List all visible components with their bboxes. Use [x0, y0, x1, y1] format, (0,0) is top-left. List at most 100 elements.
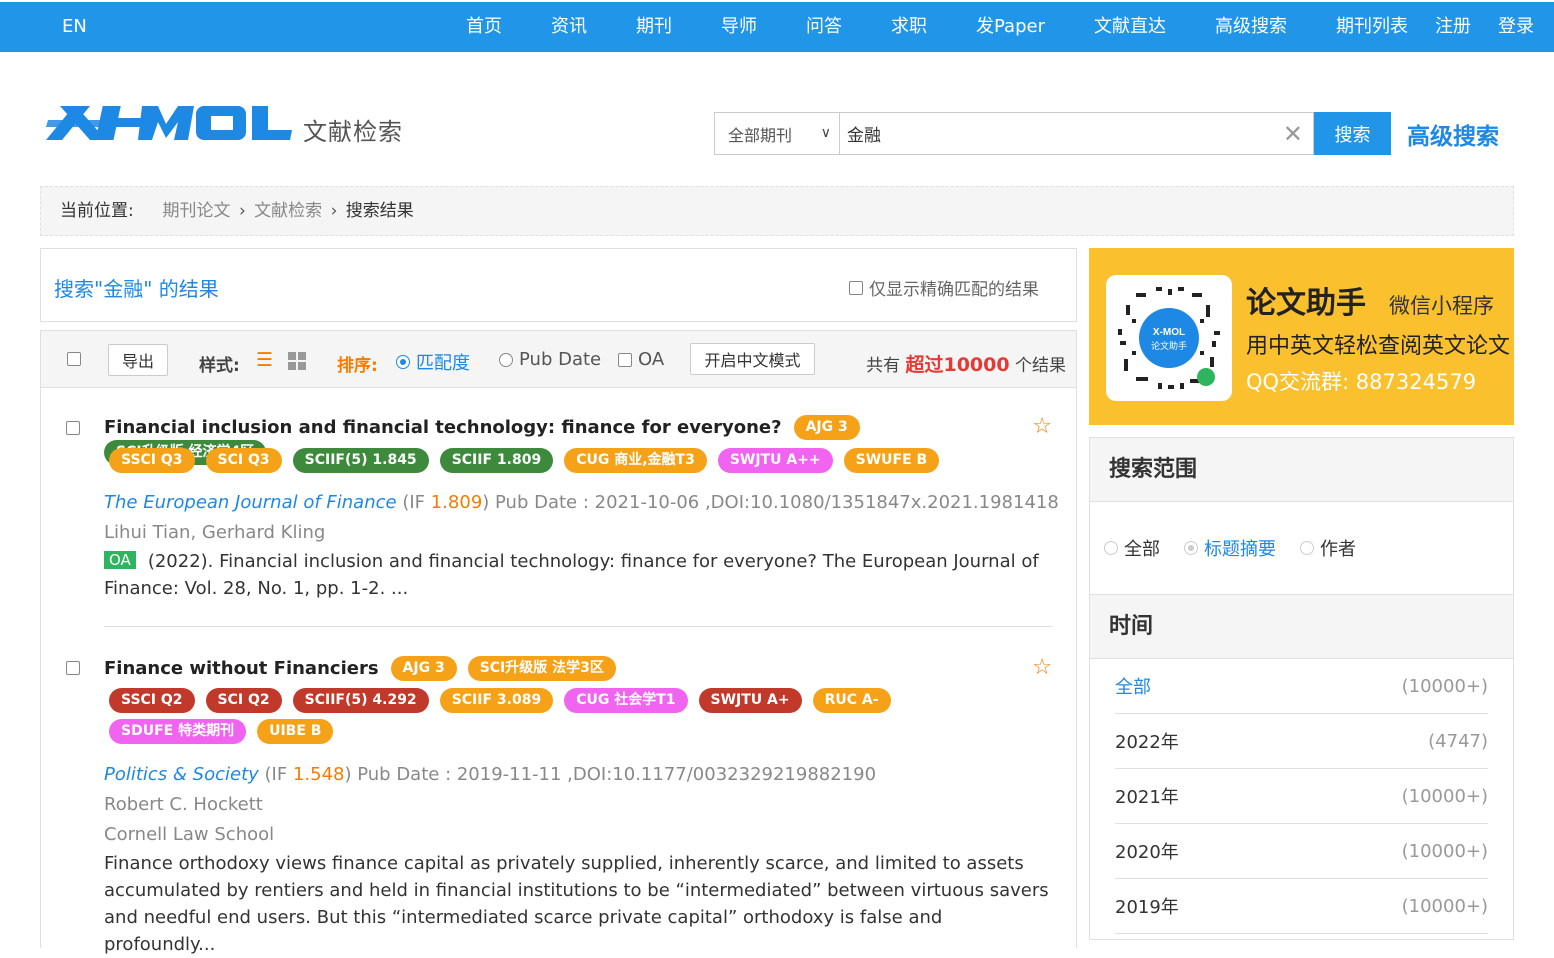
nav-qa[interactable]: 问答: [806, 2, 842, 52]
scope-title-abstract-radio[interactable]: [1184, 541, 1198, 555]
top-navbar: EN 首页 资讯 期刊 导师 问答 求职 发Paper 文献直达 高级搜索 期刊…: [0, 2, 1554, 52]
journal-link[interactable]: Politics & Society: [104, 764, 259, 785]
star-icon[interactable]: ☆: [1032, 655, 1052, 680]
year-label[interactable]: 2022年: [1115, 728, 1179, 754]
top-nav-links: 首页 资讯 期刊 导师 问答 求职 发Paper 文献直达 高级搜索 期刊列表 …: [466, 2, 1534, 52]
sort-relevance-option[interactable]: 匹配度: [396, 349, 470, 375]
nav-publish-paper[interactable]: 发Paper: [976, 2, 1045, 52]
year-count: (10000+): [1401, 895, 1488, 917]
result-affiliation: Cornell Law School: [104, 824, 275, 845]
metric-badge: SCI Q2: [205, 688, 282, 713]
paper-assistant-promo[interactable]: X-MOL 论文助手 论文助手 微信小程序 用中英文轻松查阅英文论文 QQ交流群…: [1089, 248, 1514, 425]
scope-option-author[interactable]: 作者: [1300, 535, 1356, 561]
if-prefix: (IF: [396, 492, 431, 513]
result-title-line: Finance without Financiers AJG 3 SCI升级版 …: [104, 656, 984, 681]
search-input[interactable]: 金融 ✕: [839, 112, 1314, 155]
year-filter-row[interactable]: 2021年 (10000+): [1115, 769, 1488, 824]
result-checkbox[interactable]: [66, 661, 80, 675]
journal-scope-select[interactable]: 全部期刊 ∨: [714, 112, 839, 155]
metric-badge: RUC A-: [812, 688, 891, 713]
metric-badge: CUG 商业,金融T3: [564, 448, 707, 473]
metric-badge: SDUFE 特类期刊: [109, 719, 247, 744]
search-scope-heading: 搜索范围: [1090, 438, 1513, 502]
result-meta: The European Journal of Finance (IF 1.80…: [104, 492, 1059, 513]
nav-journal-list[interactable]: 期刊列表: [1336, 2, 1408, 52]
breadcrumb: 当前位置: 期刊论文 › 文献检索 › 搜索结果: [40, 186, 1514, 236]
year-filter-row[interactable]: 2020年 (10000+): [1115, 824, 1488, 879]
result-title[interactable]: Finance without Financiers: [104, 658, 379, 679]
language-switch[interactable]: EN: [62, 2, 87, 52]
scope-all-radio[interactable]: [1104, 541, 1118, 555]
exact-match-checkbox[interactable]: [849, 280, 863, 295]
oa-filter-checkbox[interactable]: [618, 352, 632, 367]
chevron-down-icon: ∨: [820, 125, 831, 141]
year-label[interactable]: 2020年: [1115, 838, 1179, 864]
year-count: (10000+): [1401, 785, 1488, 807]
scope-author-label: 作者: [1320, 539, 1356, 560]
scope-option-all[interactable]: 全部: [1104, 535, 1160, 561]
oa-filter-option[interactable]: OA: [618, 349, 664, 370]
metric-badge: UIBE B: [257, 719, 334, 744]
total-suffix: 个结果: [1015, 356, 1066, 376]
if-prefix: (IF: [258, 764, 293, 785]
nav-journals[interactable]: 期刊: [636, 2, 672, 52]
breadcrumb-doc-search[interactable]: 文献检索: [254, 201, 322, 221]
sort-pubdate-option[interactable]: Pub Date: [499, 349, 601, 370]
result-checkbox[interactable]: [66, 421, 80, 435]
export-button[interactable]: 导出: [108, 344, 168, 376]
metric-badge: SCIIF(5) 4.292: [292, 688, 429, 713]
pubdate-doi: ) Pub Date : 2019-11-11 ,DOI:10.1177/003…: [344, 764, 877, 785]
nav-doc-direct[interactable]: 文献直达: [1094, 2, 1166, 52]
year-count: (10000+): [1401, 840, 1488, 862]
scope-title-abstract-label: 标题摘要: [1204, 539, 1276, 560]
oa-filter-label: OA: [638, 349, 665, 370]
svg-text:论文助手: 论文助手: [1151, 340, 1187, 352]
grid-view-icon[interactable]: [288, 352, 306, 374]
results-list: ☆ Financial inclusion and financial tech…: [40, 388, 1077, 955]
year-filter-row[interactable]: 2022年 (4747): [1115, 714, 1488, 769]
year-filter-row[interactable]: 2019年 (10000+): [1115, 879, 1488, 934]
scope-author-radio[interactable]: [1300, 541, 1314, 555]
result-authors: Lihui Tian, Gerhard Kling: [104, 522, 326, 543]
result-title[interactable]: Financial inclusion and financial techno…: [104, 417, 782, 438]
nav-mentors[interactable]: 导师: [721, 2, 757, 52]
total-count: 超过10000: [905, 354, 1010, 376]
advanced-search-link[interactable]: 高级搜索: [1407, 117, 1499, 151]
sort-pubdate-radio[interactable]: [499, 352, 513, 367]
year-label[interactable]: 2021年: [1115, 783, 1179, 809]
exact-match-toggle[interactable]: 仅显示精确匹配的结果: [849, 275, 1039, 300]
search-button[interactable]: 搜索: [1314, 112, 1391, 155]
clear-icon[interactable]: ✕: [1283, 122, 1303, 146]
chinese-mode-button[interactable]: 开启中文模式: [690, 343, 815, 375]
year-label[interactable]: 全部: [1115, 673, 1151, 699]
nav-login[interactable]: 登录: [1498, 2, 1534, 52]
breadcrumb-journal-papers[interactable]: 期刊论文: [163, 201, 231, 221]
sort-label: 排序:: [337, 356, 378, 376]
year-count: (10000+): [1401, 675, 1488, 697]
list-view-icon[interactable]: ☰: [256, 350, 273, 370]
result-meta: Politics & Society (IF 1.548) Pub Date :…: [104, 764, 876, 785]
svg-text:X-MOL: X-MOL: [1153, 327, 1185, 338]
promo-title-suffix: 微信小程序: [1389, 294, 1494, 318]
star-icon[interactable]: ☆: [1032, 414, 1052, 439]
metric-badge: SCIIF 3.089: [439, 688, 554, 713]
nav-jobs[interactable]: 求职: [891, 2, 927, 52]
sort-relevance-label: 匹配度: [416, 353, 470, 374]
scope-option-title-abstract[interactable]: 标题摘要: [1184, 535, 1276, 561]
sort-relevance-radio[interactable]: [396, 355, 410, 369]
year-filter-row[interactable]: 全部 (10000+): [1115, 659, 1488, 714]
qr-code-graphic: X-MOL 论文助手: [1118, 287, 1220, 389]
logo-subtitle: 文献检索: [303, 118, 403, 146]
metric-badge: SCIIF(5) 1.845: [292, 448, 429, 473]
select-all-checkbox[interactable]: [67, 352, 81, 366]
nav-news[interactable]: 资讯: [551, 2, 587, 52]
qr-code: X-MOL 论文助手: [1106, 275, 1232, 401]
journal-link[interactable]: The European Journal of Finance: [104, 492, 397, 513]
nav-advanced-search[interactable]: 高级搜索: [1215, 2, 1287, 52]
metric-badge: SWUFE B: [843, 448, 940, 473]
nav-home[interactable]: 首页: [466, 2, 502, 52]
nav-register[interactable]: 注册: [1435, 2, 1471, 52]
year-label[interactable]: 2019年: [1115, 893, 1179, 919]
metric-badge: SSCI Q2: [109, 688, 195, 713]
exact-match-label: 仅显示精确匹配的结果: [869, 280, 1039, 300]
